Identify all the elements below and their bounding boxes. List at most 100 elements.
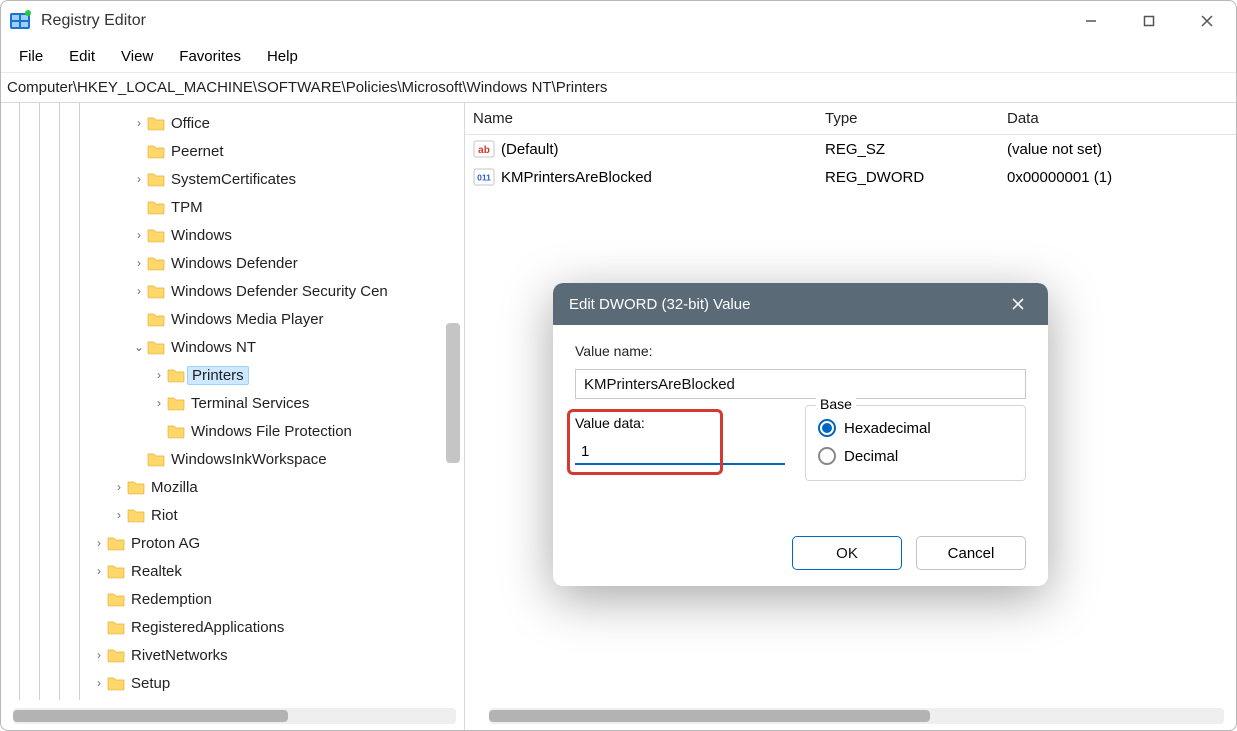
menu-favorites[interactable]: Favorites xyxy=(167,44,253,69)
radio-label: Hexadecimal xyxy=(844,420,931,437)
tree-item[interactable]: ›Realtek xyxy=(1,557,464,585)
maximize-button[interactable] xyxy=(1120,1,1178,41)
tree-item[interactable]: Peernet xyxy=(1,137,464,165)
chevron-right-icon[interactable]: › xyxy=(131,284,147,298)
chevron-right-icon[interactable]: › xyxy=(91,676,107,690)
value-data-input[interactable] xyxy=(575,439,785,465)
tree-item-label: Windows Defender xyxy=(171,255,298,272)
tree-item[interactable]: › Setup xyxy=(1,669,464,697)
list-pane: Name Type Data ab(Default)REG_SZ(value n… xyxy=(465,103,1236,730)
chevron-right-icon[interactable]: › xyxy=(151,396,167,410)
radio-hexadecimal[interactable]: Hexadecimal xyxy=(818,414,1013,442)
chevron-down-icon[interactable]: ⌄ xyxy=(131,340,147,354)
tree-item[interactable]: › Office xyxy=(1,109,464,137)
tree-item[interactable]: ›Proton AG xyxy=(1,529,464,557)
menu-edit[interactable]: Edit xyxy=(57,44,107,69)
chevron-right-icon[interactable]: › xyxy=(131,256,147,270)
window-controls xyxy=(1062,1,1236,41)
chevron-right-icon[interactable]: › xyxy=(111,480,127,494)
menu-file[interactable]: File xyxy=(7,44,55,69)
address-bar[interactable]: Computer\HKEY_LOCAL_MACHINE\SOFTWARE\Pol… xyxy=(1,73,1236,103)
tree-item[interactable]: ›Riot xyxy=(1,501,464,529)
tree-item[interactable]: Redemption xyxy=(1,585,464,613)
tree-item[interactable]: ›Mozilla xyxy=(1,473,464,501)
folder-icon xyxy=(147,142,165,160)
chevron-right-icon[interactable]: › xyxy=(151,368,167,382)
tree-item[interactable]: › SystemCertificates xyxy=(1,165,464,193)
folder-icon xyxy=(107,562,125,580)
svg-text:011: 011 xyxy=(477,173,491,183)
edit-dword-dialog: Edit DWORD (32-bit) Value Value name: Va… xyxy=(553,283,1048,586)
folder-icon xyxy=(147,254,165,272)
list-row[interactable]: 011KMPrintersAreBlockedREG_DWORD0x000000… xyxy=(465,163,1236,191)
tree-item[interactable]: › Printers xyxy=(1,361,464,389)
chevron-right-icon[interactable]: › xyxy=(111,508,127,522)
tree-item[interactable]: ⌄Windows NT xyxy=(1,333,464,361)
value-name: (Default) xyxy=(501,141,559,158)
radio-decimal[interactable]: Decimal xyxy=(818,442,1013,470)
radio-indicator-on xyxy=(818,419,836,437)
tree-item[interactable]: › Windows Defender xyxy=(1,249,464,277)
folder-icon xyxy=(127,506,145,524)
chevron-right-icon[interactable]: › xyxy=(131,172,147,186)
cancel-button[interactable]: Cancel xyxy=(916,536,1026,570)
menu-view[interactable]: View xyxy=(109,44,165,69)
value-list[interactable]: ab(Default)REG_SZ(value not set)011KMPri… xyxy=(465,135,1236,191)
tree-item-label: Setup xyxy=(131,675,170,692)
scrollbar-thumb[interactable] xyxy=(489,710,930,722)
tree-horizontal-scrollbar[interactable] xyxy=(13,708,456,724)
chevron-right-icon[interactable]: › xyxy=(91,648,107,662)
value-data-section: Value data: xyxy=(575,415,785,481)
tree-vertical-scrollbar[interactable] xyxy=(446,323,460,463)
tree-item-label: Office xyxy=(171,115,210,132)
tree-item[interactable]: TPM xyxy=(1,193,464,221)
minimize-button[interactable] xyxy=(1062,1,1120,41)
ok-button[interactable]: OK xyxy=(792,536,902,570)
list-horizontal-scrollbar[interactable] xyxy=(489,708,1224,724)
address-path: Computer\HKEY_LOCAL_MACHINE\SOFTWARE\Pol… xyxy=(7,79,607,96)
base-group: Base Hexadecimal Decimal xyxy=(805,405,1026,481)
tree-item[interactable]: › Windows Defender Security Cen xyxy=(1,277,464,305)
list-row[interactable]: ab(Default)REG_SZ(value not set) xyxy=(465,135,1236,163)
column-name[interactable]: Name xyxy=(465,110,817,127)
value-type: REG_DWORD xyxy=(817,169,999,186)
tree-item-label: Windows Defender Security Cen xyxy=(171,283,388,300)
chevron-right-icon[interactable]: › xyxy=(131,228,147,242)
chevron-right-icon[interactable]: › xyxy=(91,564,107,578)
value-type: REG_SZ xyxy=(817,141,999,158)
folder-icon xyxy=(147,338,165,356)
tree-item-label: Printers xyxy=(187,366,249,385)
tree-item-label: Peernet xyxy=(171,143,224,160)
folder-icon xyxy=(147,198,165,216)
folder-icon xyxy=(147,226,165,244)
tree-view[interactable]: ›OfficePeernet›SystemCertificatesTPM›Win… xyxy=(1,109,464,697)
column-data[interactable]: Data xyxy=(999,110,1236,127)
scrollbar-thumb[interactable] xyxy=(13,710,288,722)
tree-item-label: RivetNetworks xyxy=(131,647,228,664)
menu-help[interactable]: Help xyxy=(255,44,310,69)
value-data-label: Value data: xyxy=(575,415,785,431)
chevron-right-icon[interactable]: › xyxy=(131,116,147,130)
folder-icon xyxy=(107,534,125,552)
tree-item[interactable]: Windows Media Player xyxy=(1,305,464,333)
tree-item[interactable]: Windows File Protection xyxy=(1,417,464,445)
dialog-title: Edit DWORD (32-bit) Value xyxy=(569,296,750,313)
tree-item[interactable]: WindowsInkWorkspace xyxy=(1,445,464,473)
dialog-close-button[interactable] xyxy=(1004,290,1032,318)
value-name-field[interactable] xyxy=(575,369,1026,399)
chevron-right-icon[interactable]: › xyxy=(91,536,107,550)
folder-icon xyxy=(127,478,145,496)
folder-icon xyxy=(107,590,125,608)
tree-item[interactable]: ›Windows xyxy=(1,221,464,249)
tree-item[interactable]: › RivetNetworks xyxy=(1,641,464,669)
tree-item-label: SystemCertificates xyxy=(171,171,296,188)
dialog-title-bar[interactable]: Edit DWORD (32-bit) Value xyxy=(553,283,1048,325)
reg-sz-icon: ab xyxy=(473,140,495,158)
tree-pane: ›OfficePeernet›SystemCertificatesTPM›Win… xyxy=(1,103,465,730)
close-button[interactable] xyxy=(1178,1,1236,41)
list-header: Name Type Data xyxy=(465,103,1236,135)
registry-editor-window: Registry Editor File Edit View Favorites… xyxy=(0,0,1237,731)
tree-item[interactable]: ›Terminal Services xyxy=(1,389,464,417)
column-type[interactable]: Type xyxy=(817,110,999,127)
tree-item[interactable]: RegisteredApplications xyxy=(1,613,464,641)
